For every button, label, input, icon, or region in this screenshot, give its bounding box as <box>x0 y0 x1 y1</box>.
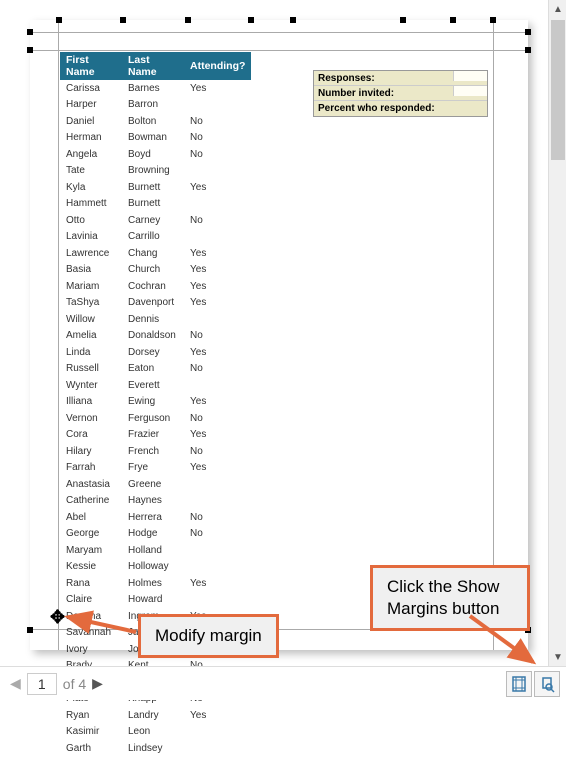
table-row: TateBrowning <box>60 163 251 180</box>
current-page-input[interactable]: 1 <box>27 673 57 695</box>
margin-handle[interactable] <box>290 17 296 23</box>
table-row: AnastasiaGreene <box>60 476 251 493</box>
header-attending: Attending? <box>184 52 251 80</box>
table-row: KylaBurnettYes <box>60 179 251 196</box>
scroll-down-arrow[interactable]: ▼ <box>549 648 566 666</box>
table-row: BasiaChurchYes <box>60 262 251 279</box>
table-row: KessieHolloway <box>60 559 251 576</box>
table-row: VernonFergusonNo <box>60 410 251 427</box>
table-row: RussellEatonNo <box>60 361 251 378</box>
table-row: HammettBurnett <box>60 196 251 213</box>
scroll-up-arrow[interactable]: ▲ <box>549 0 566 18</box>
table-row: AbelHerreraNo <box>60 509 251 526</box>
status-bar: ◀ 1 of 4 ▶ <box>0 666 566 700</box>
margin-handle[interactable] <box>27 47 33 53</box>
zoom-to-page-button[interactable] <box>534 671 560 697</box>
table-row: CarissaBarnesYes <box>60 80 251 97</box>
scrollbar-thumb[interactable] <box>551 20 565 160</box>
table-row: HilaryFrenchNo <box>60 443 251 460</box>
margin-handle[interactable] <box>525 47 531 53</box>
table-row: LindaDorseyYes <box>60 344 251 361</box>
show-margins-button[interactable] <box>506 671 532 697</box>
page-preview: First Name Last Name Attending? CarissaB… <box>30 20 528 650</box>
margin-handle[interactable] <box>185 17 191 23</box>
prev-page-button[interactable]: ◀ <box>10 675 21 692</box>
move-cursor-icon: ✥ <box>50 607 65 628</box>
table-row: LaviniaCarrillo <box>60 229 251 246</box>
margin-handle[interactable] <box>248 17 254 23</box>
table-row: GarthLindsey <box>60 740 251 757</box>
vertical-scrollbar[interactable]: ▲ ▼ <box>548 0 566 666</box>
next-page-button[interactable]: ▶ <box>92 675 103 692</box>
margin-handle[interactable] <box>56 17 62 23</box>
callout-show-margins: Click the Show Margins button <box>370 565 530 631</box>
summary-invited: Number invited: <box>314 86 487 101</box>
table-row: MariamCochranYes <box>60 278 251 295</box>
table-row: TaShyaDavenportYes <box>60 295 251 312</box>
table-row: OttoCarneyNo <box>60 212 251 229</box>
table-row: RyanLandryYes <box>60 707 251 724</box>
summary-percent: Percent who responded: <box>314 101 487 116</box>
margin-handle[interactable] <box>27 627 33 633</box>
margin-handle[interactable] <box>27 29 33 35</box>
table-row: LawrenceChangYes <box>60 245 251 262</box>
header-last-name: Last Name <box>122 52 184 80</box>
table-header-row: First Name Last Name Attending? <box>60 52 251 80</box>
page-count-label: of 4 <box>63 676 86 692</box>
table-row: WillowDennis <box>60 311 251 328</box>
callout-modify-margin: Modify margin <box>138 614 279 658</box>
header-first-name: First Name <box>60 52 122 80</box>
zoom-page-icon <box>538 675 556 693</box>
margin-handle[interactable] <box>525 29 531 35</box>
table-row: HarperBarron <box>60 97 251 114</box>
table-row: AngelaBoydNo <box>60 146 251 163</box>
table-row: RanaHolmesYes <box>60 575 251 592</box>
table-row: CoraFrazierYes <box>60 427 251 444</box>
page-navigation: ◀ 1 of 4 ▶ <box>0 673 103 695</box>
table-row: CatherineHaynes <box>60 493 251 510</box>
margin-handle[interactable] <box>120 17 126 23</box>
summary-responses: Responses: <box>314 71 487 86</box>
table-row: IllianaEwingYes <box>60 394 251 411</box>
table-row: HermanBowmanNo <box>60 130 251 147</box>
table-row: WynterEverett <box>60 377 251 394</box>
print-preview-area: First Name Last Name Attending? CarissaB… <box>0 0 542 666</box>
table-row: GeorgeHodgeNo <box>60 526 251 543</box>
margin-handle[interactable] <box>400 17 406 23</box>
margin-handle[interactable] <box>490 17 496 23</box>
margin-handle[interactable] <box>450 17 456 23</box>
table-row: DanielBoltonNo <box>60 113 251 130</box>
table-row: KasimirLeon <box>60 724 251 741</box>
summary-box: Responses: Number invited: Percent who r… <box>313 70 488 117</box>
table-row: MaryamHolland <box>60 542 251 559</box>
table-row: AmeliaDonaldsonNo <box>60 328 251 345</box>
show-margins-icon <box>510 675 528 693</box>
table-row: FarrahFryeYes <box>60 460 251 477</box>
table-row: ClaireHoward <box>60 592 251 609</box>
